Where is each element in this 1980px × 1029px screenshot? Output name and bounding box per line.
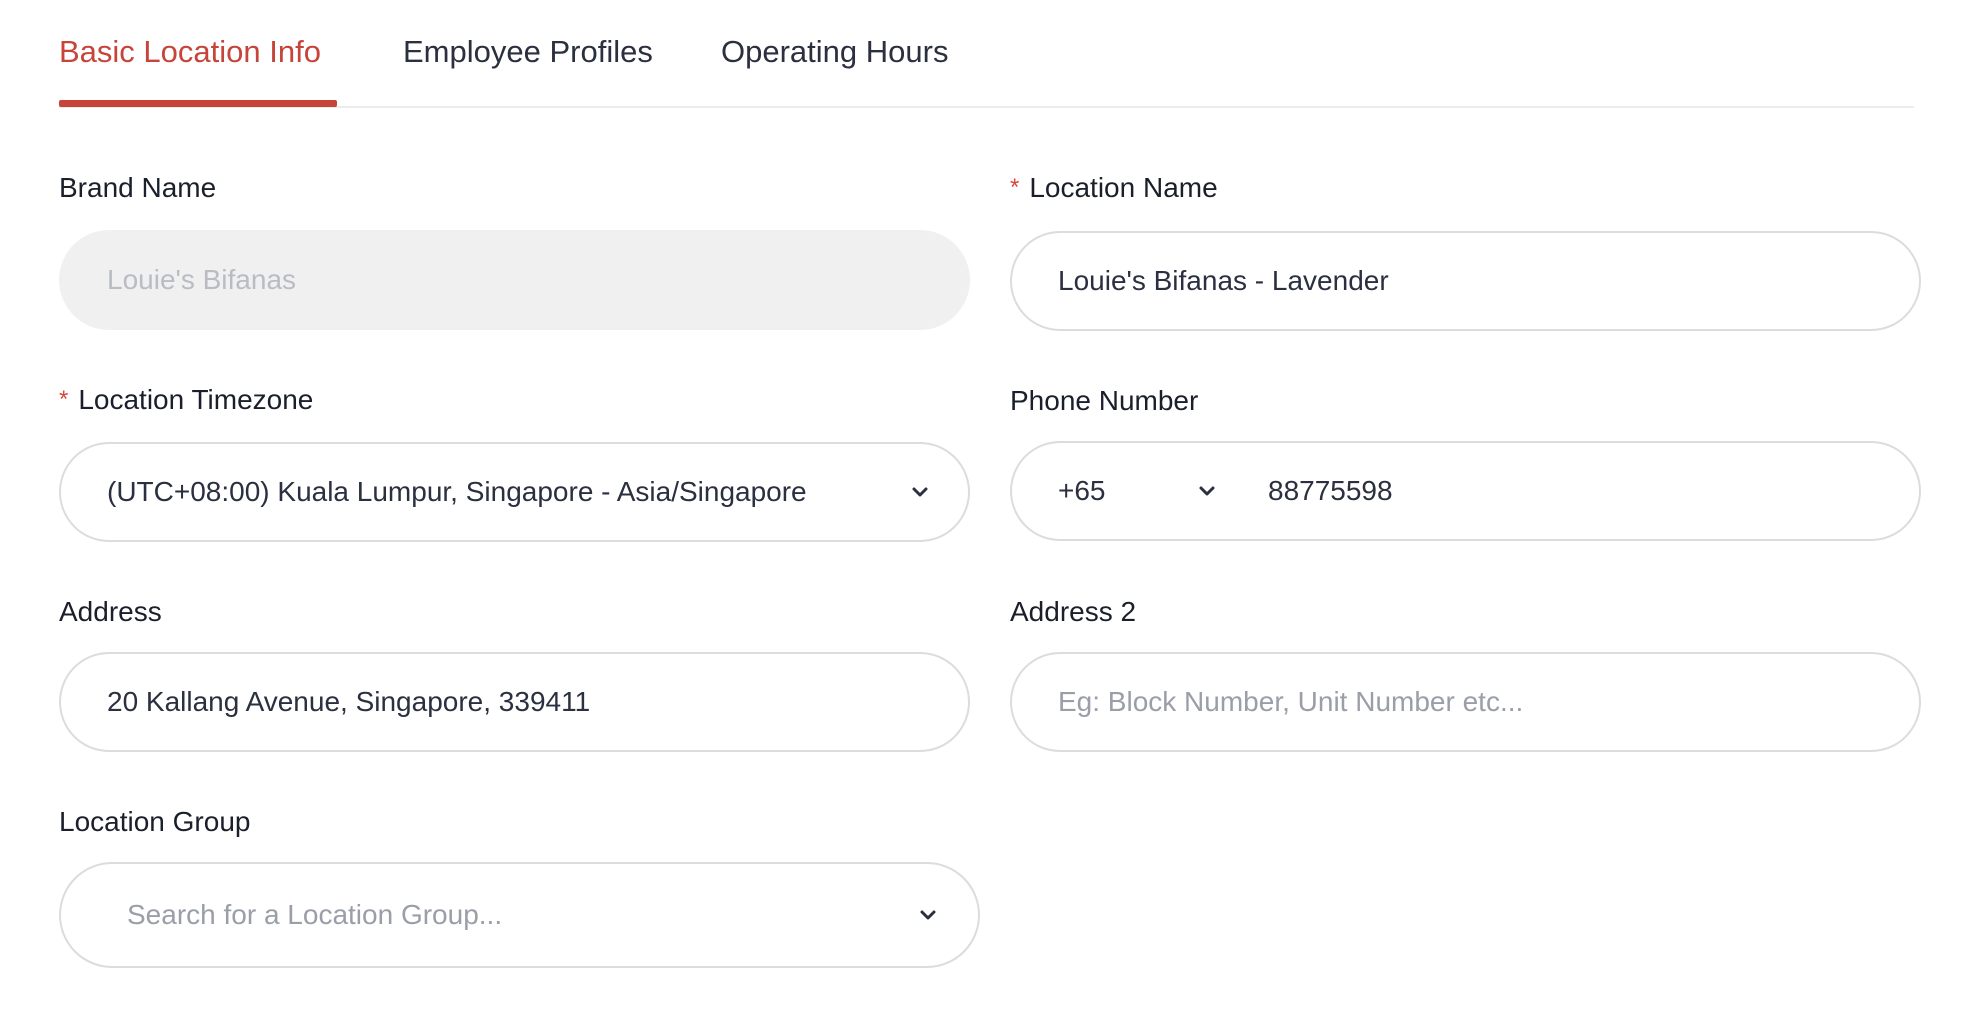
- tab-basic-location-info[interactable]: Basic Location Info: [59, 34, 321, 70]
- location-name-value: Louie's Bifanas - Lavender: [1058, 265, 1389, 296]
- chevron-down-icon[interactable]: [909, 481, 931, 503]
- brand-name-label: Brand Name: [59, 172, 216, 204]
- location-group-label-text: Location Group: [59, 806, 251, 837]
- phone-number-label-text: Phone Number: [1010, 385, 1199, 416]
- phone-number-label: Phone Number: [1010, 385, 1198, 417]
- location-timezone-select[interactable]: (UTC+08:00) Kuala Lumpur, Singapore - As…: [59, 442, 970, 542]
- location-group-placeholder: Search for a Location Group...: [127, 899, 503, 930]
- location-name-field[interactable]: Louie's Bifanas - Lavender: [1010, 231, 1921, 331]
- tab-employee-profiles[interactable]: Employee Profiles: [403, 34, 653, 70]
- address-label: Address: [59, 596, 162, 628]
- address-2-field[interactable]: Eg: Block Number, Unit Number etc...: [1010, 652, 1921, 752]
- phone-number-input[interactable]: 88775598: [1268, 475, 1393, 507]
- chevron-down-icon[interactable]: [1196, 480, 1218, 502]
- location-timezone-label: * Location Timezone: [59, 384, 313, 416]
- brand-name-label-text: Brand Name: [59, 172, 217, 203]
- country-code-select[interactable]: +65: [1058, 475, 1106, 507]
- active-tab-indicator: [59, 100, 337, 107]
- address-value: 20 Kallang Avenue, Singapore, 339411: [107, 686, 591, 717]
- location-group-select[interactable]: Search for a Location Group...: [59, 862, 980, 968]
- chevron-down-icon[interactable]: [917, 904, 939, 926]
- phone-number-field: +65 88775598: [1010, 441, 1921, 541]
- address-label-text: Address: [59, 596, 162, 627]
- brand-name-field: Louie's Bifanas: [59, 230, 970, 330]
- address-2-label: Address 2: [1010, 596, 1136, 628]
- location-group-label: Location Group: [59, 806, 250, 838]
- address-field[interactable]: 20 Kallang Avenue, Singapore, 339411: [59, 652, 970, 752]
- required-mark: *: [59, 386, 69, 413]
- location-name-label: * Location Name: [1010, 172, 1218, 204]
- location-name-label-text: Location Name: [1029, 172, 1218, 203]
- brand-name-value: Louie's Bifanas: [107, 264, 297, 295]
- address-2-placeholder: Eg: Block Number, Unit Number etc...: [1058, 686, 1524, 717]
- location-timezone-label-text: Location Timezone: [78, 384, 314, 415]
- tab-bar: Basic Location Info Employee Profiles Op…: [59, 0, 1914, 108]
- tab-operating-hours[interactable]: Operating Hours: [721, 34, 948, 70]
- required-mark: *: [1010, 174, 1020, 201]
- location-timezone-value: (UTC+08:00) Kuala Lumpur, Singapore - As…: [107, 476, 807, 507]
- address-2-label-text: Address 2: [1010, 596, 1137, 627]
